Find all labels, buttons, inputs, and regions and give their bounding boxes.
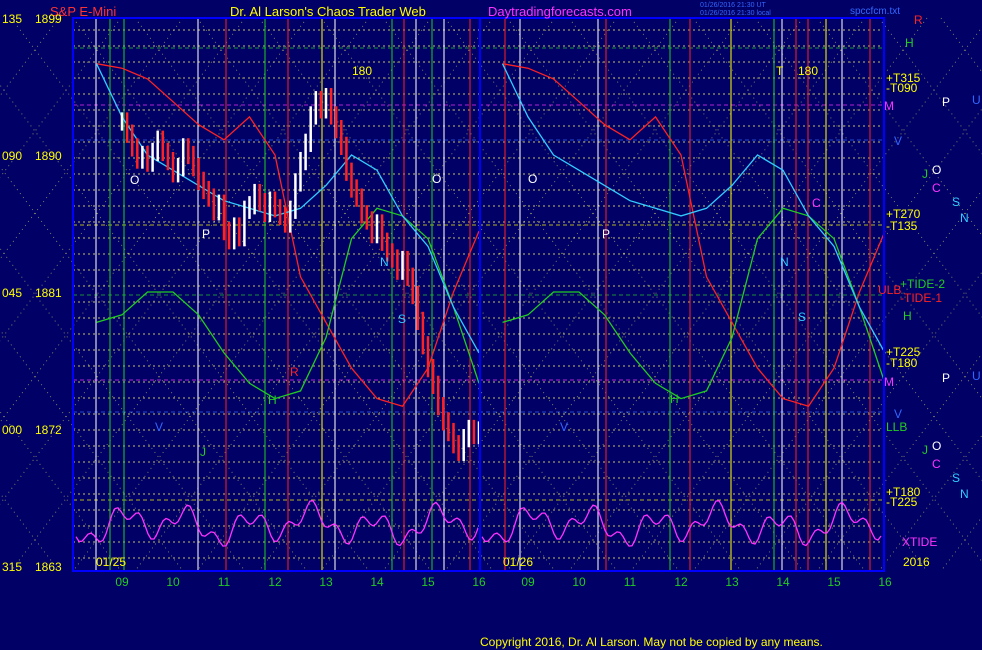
right-label: M: [884, 99, 894, 113]
right-label: H: [905, 36, 914, 50]
right-label: LLB: [886, 420, 907, 434]
price-tick-label: 1890: [35, 149, 62, 163]
chart-title: Dr. Al Larson's Chaos Trader Web: [230, 4, 426, 19]
chart-annotation: H: [670, 392, 679, 406]
copyright: Copyright 2016, Dr. Al Larson. May not b…: [480, 635, 823, 649]
chart-annotation: P: [602, 227, 610, 241]
right-label: U: [972, 93, 981, 107]
chart-annotation: P: [202, 227, 210, 241]
right-label: -TIDE-1: [900, 291, 942, 305]
year-label: 2016: [903, 555, 930, 569]
chart-annotation: 180: [798, 64, 818, 78]
date-left: 01/25: [96, 555, 126, 569]
angle-tick-label: 135: [2, 12, 22, 26]
chart-annotation: N: [380, 255, 389, 269]
hour-tick-label: 09: [115, 575, 129, 589]
hour-tick-label: 12: [268, 575, 282, 589]
chart-annotation: O: [528, 172, 537, 186]
right-label: +TIDE-2: [900, 277, 945, 291]
chart-annotation: T: [776, 64, 784, 78]
right-label: -T180: [886, 356, 918, 370]
hour-tick-label: 13: [725, 575, 739, 589]
page-background: [0, 0, 982, 650]
right-label: J: [922, 167, 928, 181]
right-label: C: [932, 181, 941, 195]
hour-tick-label: 14: [776, 575, 790, 589]
price-tick-label: 1881: [35, 286, 62, 300]
timestamp-2: 01/26/2016 21:30 local: [700, 10, 771, 17]
hour-tick-label: 14: [370, 575, 384, 589]
hour-tick-label: 15: [827, 575, 841, 589]
chart-annotation: 180: [352, 64, 372, 78]
hour-tick-label: 16: [878, 575, 892, 589]
angle-tick-label: 000: [2, 423, 22, 437]
chaos-chart: S&P E-Mini Dr. Al Larson's Chaos Trader …: [0, 0, 982, 650]
hour-tick-label: 09: [521, 575, 535, 589]
right-label: N: [960, 487, 969, 501]
right-label: -T090: [886, 81, 918, 95]
hour-tick-label: 12: [674, 575, 688, 589]
data-file-label: spccfcm.txt: [850, 6, 900, 17]
price-tick-label: 1863: [35, 560, 62, 574]
right-label: ULB: [878, 283, 901, 297]
right-label: C: [932, 457, 941, 471]
chart-annotation: V: [560, 420, 568, 434]
chart-annotation: O: [432, 172, 441, 186]
hour-tick-label: 10: [572, 575, 586, 589]
chart-annotation: O: [130, 173, 139, 187]
xtide-label: XTIDE: [902, 535, 937, 549]
right-label: P: [942, 95, 950, 109]
site-link[interactable]: Daytradingforecasts.com: [488, 4, 632, 19]
hour-tick-label: 11: [218, 575, 231, 589]
right-label: -T225: [886, 495, 918, 509]
hour-tick-label: 10: [166, 575, 180, 589]
right-label: O: [932, 439, 941, 453]
right-label: N: [960, 211, 969, 225]
right-label: S: [952, 195, 960, 209]
right-label: V: [894, 134, 902, 148]
angle-tick-label: 090: [2, 149, 22, 163]
hour-tick-label: 11: [624, 575, 637, 589]
chart-annotation: J: [200, 445, 206, 459]
chart-annotation: C: [812, 196, 821, 210]
hour-tick-label: 16: [472, 575, 486, 589]
right-label: R: [914, 13, 923, 27]
chart-annotation: N: [780, 255, 789, 269]
chart-annotation: S: [798, 310, 806, 324]
right-label: S: [952, 471, 960, 485]
right-label: M: [884, 375, 894, 389]
date-right: 01/26: [503, 555, 533, 569]
hour-tick-label: 15: [421, 575, 435, 589]
angle-tick-label: 045: [2, 286, 22, 300]
chart-annotation: V: [155, 420, 163, 434]
price-tick-label: 1872: [35, 423, 62, 437]
right-label: O: [932, 163, 941, 177]
price-tick-label: 1899: [35, 12, 62, 26]
right-label: H: [903, 309, 912, 323]
right-label: -T135: [886, 219, 918, 233]
angle-tick-label: 315: [2, 560, 22, 574]
chart-annotation: S: [398, 312, 406, 326]
timestamp-1: 01/26/2016 21:30 UT: [700, 2, 766, 9]
chart-annotation: R: [290, 365, 299, 379]
hour-tick-label: 13: [319, 575, 333, 589]
right-label: J: [922, 443, 928, 457]
right-label: V: [894, 407, 902, 421]
chart-annotation: H: [268, 393, 277, 407]
right-label: P: [942, 371, 950, 385]
right-label: U: [972, 369, 981, 383]
